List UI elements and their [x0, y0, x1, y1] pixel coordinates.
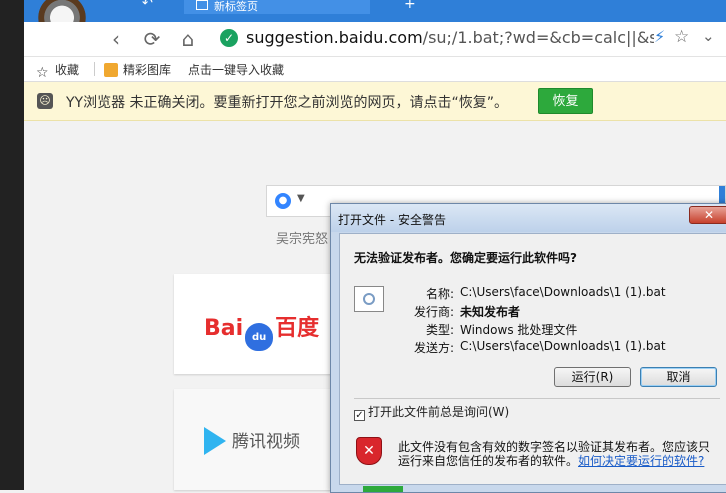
toolbar: ‹ ⟳ ⌂ ✓ suggestion.baidu.com/su;/1.bat;?…: [24, 22, 726, 57]
always-ask-checkbox[interactable]: ✓: [354, 410, 365, 421]
close-button[interactable]: ✕: [689, 206, 726, 224]
lightning-icon[interactable]: ⚡: [654, 27, 665, 46]
dialog-heading: 无法验证发布者。您确定要运行此软件吗?: [354, 251, 577, 265]
bookmark-label: 精彩图库: [123, 63, 172, 77]
tab-new-tab[interactable]: 新标签页: [184, 0, 370, 14]
new-tab-plus-icon[interactable]: +: [404, 0, 416, 12]
bookmark-gallery[interactable]: 精彩图库: [104, 61, 171, 78]
grid-icon: [196, 0, 208, 10]
star-outline-icon: ☆: [36, 65, 49, 81]
sad-face-icon: ☹: [37, 93, 53, 109]
bookmarks-bar: ☆ 收藏 精彩图库 点击一键导入收藏: [24, 57, 726, 82]
security-warning-dialog: 打开文件 - 安全警告 ✕ 无法验证发布者。您确定要运行此软件吗? 名称: C:…: [330, 203, 726, 493]
gallery-icon: [104, 63, 118, 77]
tab-back-arrow-icon[interactable]: ↶: [142, 0, 172, 12]
tab-strip: ↶ 新标签页 +: [24, 0, 726, 22]
chevron-down-icon[interactable]: ⌄: [702, 27, 715, 45]
refresh-icon[interactable]: ⟳: [139, 26, 165, 52]
shield-warning-icon: ✕: [356, 437, 382, 465]
address-bar[interactable]: ✓ suggestion.baidu.com/su;/1.bat;?wd=&cb…: [214, 24, 726, 52]
run-button[interactable]: 运行(R): [554, 367, 631, 387]
restore-button[interactable]: 恢复: [538, 88, 593, 114]
paw-icon: du: [245, 323, 274, 351]
help-link[interactable]: 如何决定要运行的软件?: [578, 454, 704, 468]
left-edge: [0, 0, 24, 490]
warning-text: 此文件没有包含有效的数字签名以验证其发布者。您应该只运行来自您信任的发布者的软件…: [398, 440, 711, 468]
site-card-tencent-video[interactable]: 腾讯视频: [174, 389, 334, 490]
cancel-button[interactable]: 取消: [640, 367, 717, 387]
bookmark-divider: [94, 62, 95, 76]
infobar-message: YY浏览器 未正确关闭。要重新打开您之前浏览的网页，请点击“恢复”。: [66, 95, 509, 111]
baidu-paw-icon[interactable]: ●: [275, 193, 291, 209]
bookmark-import[interactable]: 点击一键导入收藏: [188, 61, 284, 78]
batch-file-icon: [354, 286, 384, 312]
bookmark-label: 收藏: [55, 63, 80, 77]
bookmark-label: 点击一键导入收藏: [188, 63, 285, 77]
field-publisher-value: 未知发布者: [460, 305, 521, 319]
url-path: /su;/1.bat;?wd=&cb=calc||&sid=1: [422, 28, 654, 47]
field-type-value: Windows 批处理文件: [460, 323, 578, 337]
url-text[interactable]: suggestion.baidu.com/su;/1.bat;?wd=&cb=c…: [246, 28, 654, 50]
dialog-titlebar[interactable]: 打开文件 - 安全警告 ✕: [331, 204, 726, 232]
dialog-body: 无法验证发布者。您确定要运行此软件吗? 名称: C:\Users\face\Do…: [339, 233, 726, 485]
secure-shield-icon: ✓: [220, 29, 238, 47]
field-from-value: C:\Users\face\Downloads\1 (1).bat: [460, 339, 666, 353]
checkbox-label: 打开此文件前总是询问(W): [368, 405, 510, 419]
restore-infobar: ☹ YY浏览器 未正确关闭。要重新打开您之前浏览的网页，请点击“恢复”。 恢复: [24, 82, 726, 121]
home-icon[interactable]: ⌂: [175, 26, 201, 52]
url-domain: suggestion.baidu.com: [246, 28, 423, 47]
site-card-baidu[interactable]: Bai du 百度: [174, 274, 334, 374]
baidu-logo: Bai du 百度: [204, 310, 319, 351]
hot-search-word[interactable]: 吴宗宪怒: [276, 228, 330, 247]
dialog-divider: [354, 398, 720, 399]
tencent-video-logo: 腾讯视频: [204, 427, 300, 455]
tab-title: 新标签页: [214, 0, 258, 13]
play-icon: [204, 427, 226, 455]
bookmark-favorites[interactable]: ☆ 收藏: [36, 61, 79, 80]
star-icon[interactable]: ☆: [674, 27, 689, 47]
always-ask-option[interactable]: ✓ 打开此文件前总是询问(W): [354, 403, 509, 421]
dialog-bottom-edge: [363, 486, 403, 492]
back-icon[interactable]: ‹: [103, 26, 129, 52]
field-name-value: C:\Users\face\Downloads\1 (1).bat: [460, 285, 666, 299]
chevron-down-icon[interactable]: ▼: [297, 193, 305, 204]
dialog-title: 打开文件 - 安全警告: [338, 213, 446, 227]
